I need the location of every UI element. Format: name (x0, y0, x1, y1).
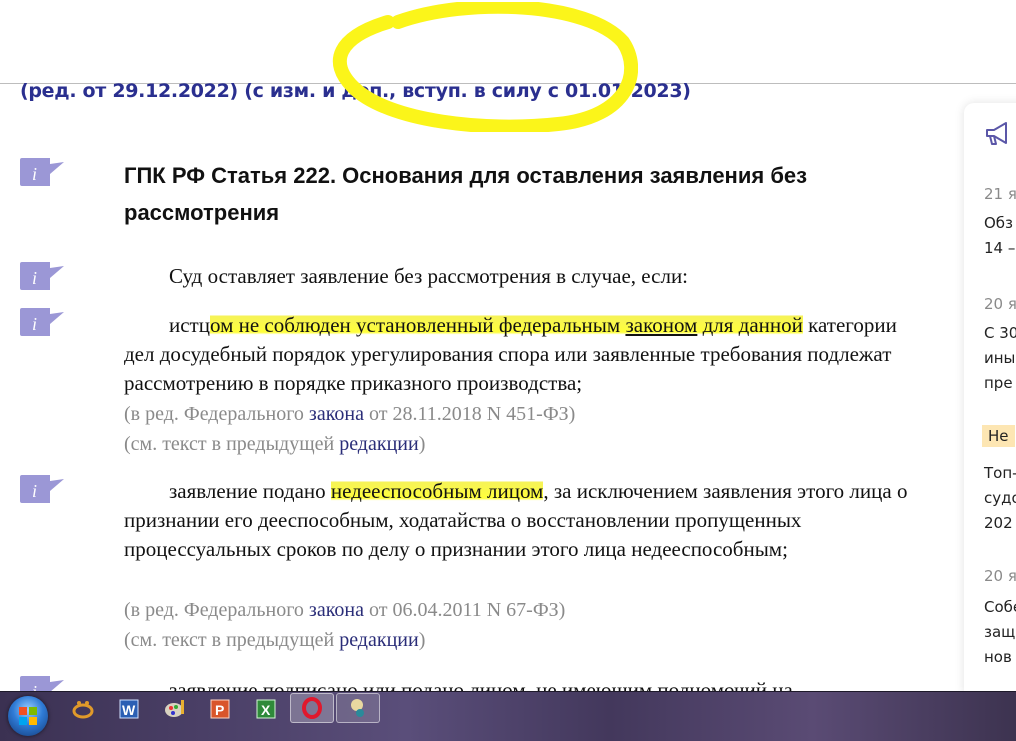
article-item-1: истцом не соблюден установленный федерал… (124, 311, 924, 398)
opera-taskbar-button[interactable] (290, 693, 334, 723)
word-icon[interactable]: W (116, 696, 142, 722)
previous-edition-note: (см. текст в предыдущей редакции) (124, 430, 425, 459)
previous-edition-link[interactable]: редакции (339, 433, 419, 455)
news-title[interactable]: 202 (984, 511, 1013, 536)
news-title[interactable]: защ (984, 620, 1015, 645)
edition-line: (ред. от 29.12.2022) (с изм. и доп., вст… (20, 80, 691, 102)
item-text: для данной (697, 313, 803, 337)
opera-icon (302, 697, 322, 719)
note-text: ) (418, 629, 426, 651)
article-item-2: заявление подано недееспособным лицом, з… (124, 477, 924, 564)
previous-edition-note: (см. текст в предыдущей редакции) (124, 626, 425, 655)
previous-edition-link[interactable]: редакции (339, 629, 419, 651)
article-title: ГПК РФ Статья 222. Основания для оставле… (124, 163, 808, 225)
info-icon[interactable]: i (20, 158, 64, 186)
news-title[interactable]: ины (984, 346, 1015, 371)
powerpoint-icon[interactable]: P (207, 696, 233, 722)
windows-logo-icon (19, 707, 37, 725)
svg-text:W: W (122, 702, 136, 718)
svg-text:i: i (32, 164, 37, 184)
highlighted-text: ом не соблюден установленный федеральным… (209, 313, 803, 337)
start-button[interactable] (8, 696, 48, 736)
info-icon[interactable]: i (20, 262, 64, 290)
item-text: заявление подано (169, 479, 331, 503)
item-text: истц (169, 313, 210, 337)
app-taskbar-button[interactable] (336, 693, 380, 723)
excel-icon[interactable]: X (253, 696, 279, 722)
svg-text:i: i (32, 268, 37, 288)
law-link[interactable]: закона (309, 403, 364, 425)
note-text: (см. текст в предыдущей (124, 629, 340, 651)
law-link[interactable]: закона (309, 599, 364, 621)
xnview-icon[interactable] (70, 696, 96, 722)
paint-icon[interactable] (162, 696, 188, 722)
intro-text: Суд оставляет заявление без рассмотрения… (169, 264, 689, 288)
svg-text:P: P (215, 702, 224, 718)
news-sidebar: 21 я Обз 14 – 20 я С 30 ины пре Не Топ- … (964, 103, 1016, 693)
yellow-marker-circle (332, 2, 638, 132)
note-text: (см. текст в предыдущей (124, 433, 340, 455)
news-date: 21 я (984, 185, 1016, 203)
svg-text:i: i (32, 314, 37, 334)
info-icon[interactable]: i (20, 475, 64, 503)
highlighted-text: недееспособным лицом (330, 479, 544, 503)
note-text: от 06.04.2011 N 67-ФЗ) (363, 599, 566, 621)
news-badge: Не (982, 425, 1015, 447)
amendment-note: (в ред. Федерального закона от 06.04.201… (124, 596, 565, 625)
law-link[interactable]: законом (625, 313, 697, 337)
megaphone-icon (986, 122, 1007, 145)
svg-text:X: X (261, 702, 271, 718)
svg-text:i: i (32, 481, 37, 501)
amendment-note: (в ред. Федерального закона от 28.11.201… (124, 400, 575, 429)
news-title[interactable]: нов (984, 645, 1012, 670)
news-title[interactable]: Обз (984, 211, 1013, 236)
note-text: (в ред. Федерального (124, 403, 309, 425)
note-text: ) (418, 433, 426, 455)
info-icon[interactable]: i (20, 308, 64, 336)
note-text: от 28.11.2018 N 451-ФЗ) (363, 403, 576, 425)
globe-app-icon (351, 699, 364, 717)
news-title[interactable]: судо (984, 486, 1016, 511)
note-text: (в ред. Федерального (124, 599, 309, 621)
news-title[interactable]: пре (984, 371, 1013, 396)
news-title[interactable]: Топ- (984, 461, 1016, 486)
news-title[interactable]: 14 – (984, 236, 1015, 261)
windows-taskbar: W P X (0, 691, 1016, 741)
news-date: 20 я (984, 567, 1016, 585)
news-title[interactable]: Собе (984, 595, 1016, 620)
news-title[interactable]: С 30 (984, 321, 1016, 346)
article-intro: Суд оставляет заявление без рассмотрения… (124, 262, 924, 291)
news-date: 20 я (984, 295, 1016, 313)
item-text: ом не соблюден установленный федеральным (209, 313, 626, 337)
